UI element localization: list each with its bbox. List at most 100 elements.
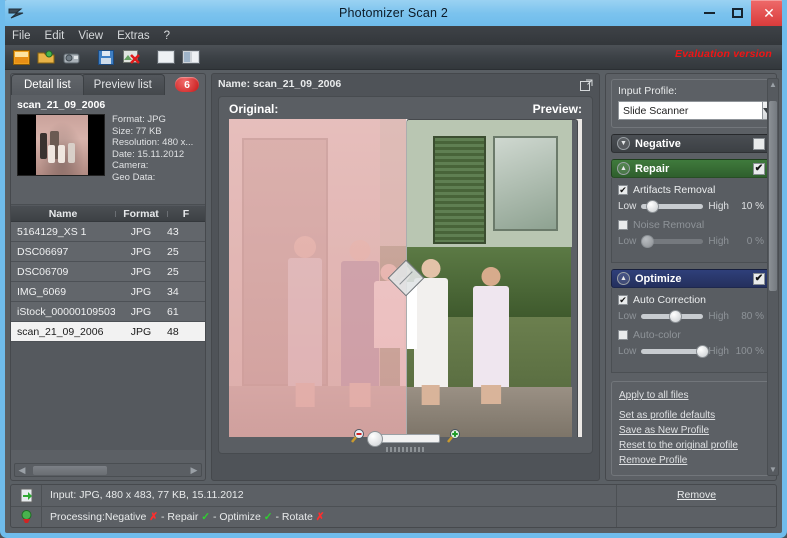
save-button[interactable]: [95, 47, 117, 67]
scroll-left-icon[interactable]: ◀: [15, 465, 29, 476]
apply-to-all-files-link[interactable]: Apply to all files: [619, 388, 763, 403]
cell-size: 25: [167, 265, 179, 278]
step-optimize-mark: ✓: [263, 510, 273, 523]
section-header-repair[interactable]: ▲ Repair: [611, 159, 771, 178]
reset-to-original-profile-link[interactable]: Reset to the original profile: [619, 438, 763, 453]
column-header-size[interactable]: F: [167, 208, 205, 220]
menu-item-extras[interactable]: Extras: [117, 30, 150, 42]
processing-gear-icon: [11, 509, 41, 524]
settings-vertical-scrollbar[interactable]: ▲ ▼: [767, 78, 779, 476]
remove-link[interactable]: Remove: [677, 489, 716, 501]
column-header-name[interactable]: Name: [11, 208, 115, 220]
family-photo-thumbnail[interactable]: [17, 114, 105, 176]
cell-name: DSC06697: [17, 245, 69, 258]
processing-status-text: Processing: Negative ✗ - Repair ✓ - Opti…: [41, 506, 616, 527]
split-view-button[interactable]: [180, 47, 202, 67]
viewer-labels: Original: Preview:: [223, 101, 588, 119]
zoom-slider-knob[interactable]: [366, 430, 383, 447]
toolbar: [5, 45, 782, 70]
scroll-down-icon[interactable]: ▼: [768, 465, 778, 474]
tab-detail-list[interactable]: Detail list: [11, 74, 84, 95]
table-row[interactable]: 5164129_XS 1 JPG 43: [11, 222, 205, 242]
slider-low-label: Low: [618, 201, 637, 212]
slider-low-label: Low: [618, 311, 637, 322]
file-list[interactable]: 5164129_XS 1 JPG 43 DSC06697 JPG 25 DSC0…: [11, 222, 205, 450]
auto-color-checkbox[interactable]: [618, 330, 628, 340]
cell-format: JPG: [130, 305, 152, 318]
zoom-control: [219, 427, 592, 449]
tab-preview-list[interactable]: Preview list: [80, 74, 165, 95]
noise-removal-checkbox[interactable]: [618, 220, 628, 230]
input-profile-combobox[interactable]: [618, 101, 773, 120]
table-row[interactable]: scan_21_09_2006 JPG 48: [11, 322, 205, 342]
chevron-up-icon[interactable]: ▲: [617, 272, 630, 285]
add-image-button[interactable]: [10, 47, 32, 67]
menu-item-file[interactable]: File: [12, 30, 31, 42]
auto-color-slider[interactable]: [641, 345, 709, 358]
table-row[interactable]: DSC06697 JPG 25: [11, 242, 205, 262]
cell-size: 34: [167, 285, 179, 298]
scanner-button[interactable]: [60, 47, 82, 67]
popout-window-icon[interactable]: [580, 78, 593, 91]
noise-removal-option[interactable]: Noise Removal: [618, 219, 764, 231]
noise-removal-slider-row: Low High 0 %: [618, 235, 764, 248]
chevron-down-icon[interactable]: ▼: [617, 137, 630, 150]
menu-item-view[interactable]: View: [78, 30, 103, 42]
delete-image-button[interactable]: [120, 47, 142, 67]
file-list-header: Name Format F: [11, 205, 205, 222]
cell-size: 61: [167, 305, 179, 318]
scrollbar-thumb[interactable]: [33, 465, 107, 475]
scrollbar-thumb[interactable]: [769, 101, 777, 291]
zoom-in-icon[interactable]: [446, 428, 462, 449]
artifacts-removal-checkbox[interactable]: [618, 185, 628, 195]
section-header-optimize[interactable]: ▲ Optimize: [611, 269, 771, 288]
sep-2: -: [210, 510, 220, 523]
artifacts-removal-option[interactable]: Artifacts Removal: [618, 184, 764, 196]
app-logo-icon: [6, 2, 28, 24]
maximize-button[interactable]: [723, 0, 751, 26]
auto-correction-slider[interactable]: [641, 310, 704, 323]
open-folder-button[interactable]: [35, 47, 57, 67]
save-as-new-profile-link[interactable]: Save as New Profile: [619, 423, 763, 438]
remove-profile-link[interactable]: Remove Profile: [619, 453, 763, 468]
table-row[interactable]: IMG_6069 JPG 34: [11, 282, 205, 302]
single-view-button[interactable]: [155, 47, 177, 67]
original-half: [229, 119, 406, 437]
auto-correction-option[interactable]: Auto Correction: [618, 294, 764, 306]
set-as-profile-defaults-link[interactable]: Set as profile defaults: [619, 408, 763, 423]
image-canvas[interactable]: [229, 119, 582, 437]
scroll-up-icon[interactable]: ▲: [768, 80, 778, 89]
section-header-negative[interactable]: ▼ Negative: [611, 134, 771, 153]
zoom-out-icon[interactable]: [350, 428, 366, 449]
processing-prefix: Processing:: [50, 510, 105, 523]
auto-color-option[interactable]: Auto-color: [618, 329, 764, 341]
artifacts-removal-value: 10: [741, 201, 753, 212]
table-row[interactable]: iStock_000001095036Sm JPG 61: [11, 302, 205, 322]
menu-item-edit[interactable]: Edit: [45, 30, 65, 42]
close-button[interactable]: ✕: [751, 0, 782, 26]
column-header-format[interactable]: Format: [115, 208, 167, 220]
repair-enable-checkbox[interactable]: [753, 162, 765, 175]
step-negative-label: Negative: [104, 510, 147, 523]
file-list-horizontal-scrollbar[interactable]: ◀ ▶: [14, 463, 202, 477]
table-row[interactable]: DSC06709 JPG 25: [11, 262, 205, 282]
cell-size: 25: [167, 245, 179, 258]
auto-correction-checkbox[interactable]: [618, 295, 628, 305]
cell-format: JPG: [130, 225, 152, 238]
artifacts-removal-slider-row: Low High 10 %: [618, 200, 764, 213]
preview-header: Name: scan_21_09_2006: [212, 74, 599, 93]
scrollbar-track[interactable]: [29, 465, 187, 475]
noise-removal-slider[interactable]: [641, 235, 704, 248]
sep-1: -: [158, 510, 168, 523]
minimize-button[interactable]: [695, 0, 723, 26]
resize-grip[interactable]: [385, 447, 426, 452]
optimize-enable-checkbox[interactable]: [753, 272, 765, 285]
step-optimize-label: Optimize: [219, 510, 261, 523]
negative-enable-checkbox[interactable]: [753, 137, 765, 150]
input-profile-input[interactable]: [618, 101, 762, 120]
artifacts-removal-slider[interactable]: [641, 200, 704, 213]
menu-item-help[interactable]: ?: [164, 30, 170, 42]
zoom-slider-track[interactable]: [366, 430, 440, 447]
scroll-right-icon[interactable]: ▶: [187, 465, 201, 476]
chevron-up-icon[interactable]: ▲: [617, 162, 630, 175]
